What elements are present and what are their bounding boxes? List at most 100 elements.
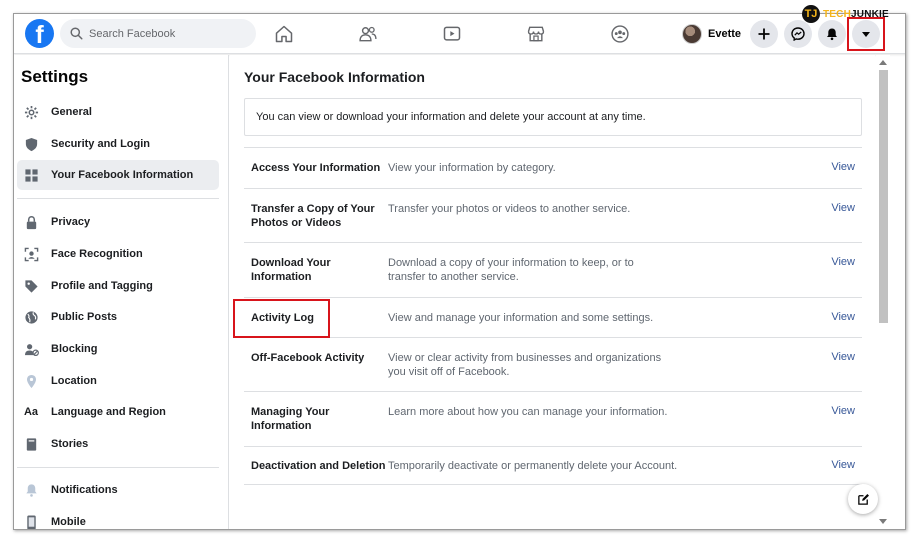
row-off-facebook-activity[interactable]: Off-Facebook Activity View or clear acti…: [244, 338, 862, 392]
create-button[interactable]: [750, 20, 778, 48]
avatar: [682, 24, 702, 44]
sidebar-item-blocking[interactable]: Blocking: [17, 334, 219, 364]
sidebar-item-stories[interactable]: Stories: [17, 429, 219, 459]
sidebar-item-label: General: [51, 106, 92, 118]
sidebar-item-label: Stories: [51, 438, 89, 450]
sidebar-title: Settings: [21, 67, 89, 86]
sidebar-item-your-facebook-information[interactable]: Your Facebook Information: [17, 160, 219, 190]
new-message-button[interactable]: [848, 484, 878, 514]
phone-icon: [23, 514, 39, 529]
view-link[interactable]: View: [831, 459, 855, 471]
view-link[interactable]: View: [831, 311, 855, 323]
scroll-up-arrow[interactable]: [879, 60, 887, 65]
sidebar-item-label: Profile and Tagging: [51, 280, 153, 292]
search-input[interactable]: [89, 27, 239, 40]
sidebar-item-privacy[interactable]: Privacy: [17, 207, 219, 237]
watch-video-icon[interactable]: [440, 22, 464, 46]
techjunkie-logo: TJ TECHJUNKIE: [802, 5, 889, 23]
sidebar-item-label: Blocking: [51, 343, 98, 355]
row-description: Download a copy of your information to k…: [388, 257, 634, 283]
scroll-down-arrow[interactable]: [879, 519, 887, 524]
settings-sidebar: Settings General Security and Login Your…: [14, 55, 229, 529]
sidebar-item-label: Privacy: [51, 216, 91, 228]
watermark-tech: TECH: [823, 8, 852, 20]
profile-name: Evette: [708, 28, 742, 40]
sidebar-item-location[interactable]: Location: [17, 366, 219, 396]
sidebar-divider: [17, 467, 219, 468]
activity-log-highlight: [233, 299, 330, 338]
row-title: Managing Your Information: [251, 406, 330, 432]
view-link[interactable]: View: [831, 405, 855, 417]
view-link[interactable]: View: [831, 161, 855, 173]
shield-icon: [23, 136, 39, 152]
main-content: Your Facebook Information You can view o…: [230, 55, 875, 529]
sidebar-item-label: Face Recognition: [51, 248, 143, 260]
row-activity-log[interactable]: Activity Log View and manage your inform…: [233, 298, 862, 338]
block-icon: [23, 341, 39, 357]
row-description: Temporarily deactivate or permanently de…: [388, 460, 678, 472]
location-icon: [23, 373, 39, 389]
page-title: Your Facebook Information: [244, 69, 425, 85]
sidebar-item-general[interactable]: General: [17, 97, 219, 127]
lock-icon: [23, 214, 39, 230]
sidebar-item-label: Your Facebook Information: [51, 169, 194, 181]
marketplace-icon[interactable]: [524, 22, 548, 46]
row-managing-your-information[interactable]: Managing Your Information Learn more abo…: [244, 392, 862, 447]
browser-frame: f Evette: [13, 13, 906, 530]
messenger-icon: [791, 27, 805, 41]
row-transfer-copy[interactable]: Transfer a Copy of Your Photos or Videos…: [244, 189, 862, 243]
sidebar-item-label: Public Posts: [51, 311, 118, 323]
profile-button[interactable]: Evette: [682, 22, 741, 46]
gear-icon: [23, 104, 39, 120]
sidebar-item-label: Language and Region: [51, 406, 166, 418]
bell-icon: [827, 28, 837, 41]
sidebar-item-label: Notifications: [51, 484, 118, 496]
view-link[interactable]: View: [831, 256, 855, 268]
globe-icon: [23, 309, 39, 325]
sidebar-item-language-and-region[interactable]: Aa Language and Region: [17, 397, 219, 427]
compose-icon: [857, 493, 869, 505]
techjunkie-mark: TJ: [802, 5, 820, 23]
scrollbar-thumb[interactable]: [879, 70, 888, 323]
sidebar-item-face-recognition[interactable]: Face Recognition: [17, 239, 219, 269]
settings-list: Access Your Information View your inform…: [233, 147, 862, 485]
home-icon[interactable]: [272, 22, 296, 46]
facebook-logo[interactable]: f: [25, 19, 54, 48]
sidebar-item-public-posts[interactable]: Public Posts: [17, 302, 219, 332]
messenger-button[interactable]: [784, 20, 812, 48]
view-link[interactable]: View: [831, 351, 855, 363]
grid-icon: [23, 167, 39, 183]
view-link[interactable]: View: [831, 202, 855, 214]
book-icon: [23, 436, 39, 452]
search-box[interactable]: [60, 19, 256, 48]
bell-icon: [23, 482, 39, 498]
row-title: Download Your Information: [251, 257, 331, 283]
row-download-your-information[interactable]: Download Your Information Download a cop…: [244, 243, 862, 298]
plus-icon: [758, 28, 770, 40]
page-scrollbar[interactable]: [876, 55, 890, 529]
watermark-junkie: JUNKIE: [851, 8, 889, 20]
row-description: View your information by category.: [388, 162, 556, 174]
sidebar-divider: [17, 198, 219, 199]
friends-icon[interactable]: [356, 22, 380, 46]
sidebar-item-mobile[interactable]: Mobile: [17, 507, 219, 529]
notifications-button[interactable]: [818, 20, 846, 48]
row-description: Transfer your photos or videos to anothe…: [388, 203, 631, 215]
row-description: View and manage your information and som…: [388, 312, 654, 324]
sidebar-item-security[interactable]: Security and Login: [17, 129, 219, 159]
language-icon: Aa: [23, 406, 39, 418]
techjunkie-wordmark: TECHJUNKIE: [823, 9, 889, 20]
face-recognition-icon: [23, 246, 39, 262]
row-title: Deactivation and Deletion: [251, 460, 386, 472]
sidebar-item-notifications[interactable]: Notifications: [17, 475, 219, 505]
groups-icon[interactable]: [608, 22, 632, 46]
row-title: Access Your Information: [251, 162, 381, 174]
row-description: Learn more about how you can manage your…: [388, 406, 668, 418]
row-description: View or clear activity from businesses a…: [388, 352, 662, 378]
row-access-your-information[interactable]: Access Your Information View your inform…: [244, 148, 862, 189]
sidebar-item-profile-and-tagging[interactable]: Profile and Tagging: [17, 271, 219, 301]
row-title: Transfer a Copy of Your Photos or Videos: [251, 203, 375, 229]
sidebar-item-label: Security and Login: [51, 138, 151, 150]
sidebar-item-label: Mobile: [51, 516, 86, 528]
row-deactivation-and-deletion[interactable]: Deactivation and Deletion Temporarily de…: [244, 447, 862, 485]
